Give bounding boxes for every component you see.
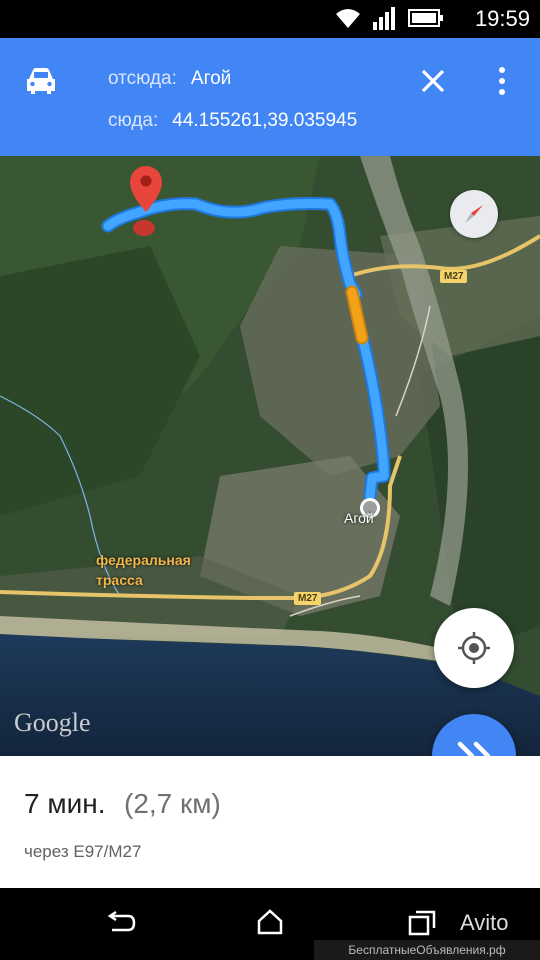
signal-icon (373, 7, 395, 30)
my-location-button[interactable] (434, 608, 514, 688)
car-icon[interactable] (24, 66, 58, 96)
compass-icon (465, 205, 483, 223)
site-watermark: БесплатныеОбъявления.рф (314, 940, 540, 960)
route-via: через E97/M27 (24, 842, 142, 861)
route-distance: (2,7 км) (124, 788, 221, 819)
directions-header: отсюда: Агой сюда: 44.155261,39.035945 (0, 38, 540, 156)
google-logo: Google (14, 708, 91, 737)
destination-value[interactable]: 44.155261,39.035945 (172, 110, 357, 131)
road-annotation-line: трасса (96, 572, 143, 588)
avito-watermark: Avito (460, 910, 509, 935)
destination-row[interactable]: сюда: 44.155261,39.035945 (108, 110, 357, 132)
route-summary-panel[interactable]: 7 мин. (2,7 км) через E97/M27 (0, 756, 540, 888)
status-bar: 19:59 (0, 0, 540, 38)
origin-label: отсюда: (108, 68, 177, 89)
wifi-icon (336, 9, 360, 28)
origin-row[interactable]: отсюда: Агой (108, 68, 231, 90)
road-badge: M27 (294, 592, 322, 605)
town-label: Агой (344, 510, 374, 526)
back-icon[interactable] (104, 910, 136, 938)
home-icon[interactable] (256, 908, 284, 936)
more-options-icon[interactable] (494, 66, 510, 96)
recent-apps-icon[interactable] (408, 910, 436, 936)
road-badge: M27 (440, 270, 468, 283)
my-location-icon (458, 632, 490, 664)
road-annotation-line: федеральная (96, 552, 191, 568)
road-annotation: федеральная трасса (96, 550, 191, 590)
compass-button[interactable] (450, 190, 498, 238)
battery-icon (408, 9, 443, 27)
status-time: 19:59 (474, 6, 530, 31)
origin-value[interactable]: Агой (191, 68, 231, 89)
destination-label: сюда: (108, 110, 159, 131)
route-duration: 7 мин. (24, 788, 106, 819)
close-icon[interactable] (418, 66, 448, 96)
